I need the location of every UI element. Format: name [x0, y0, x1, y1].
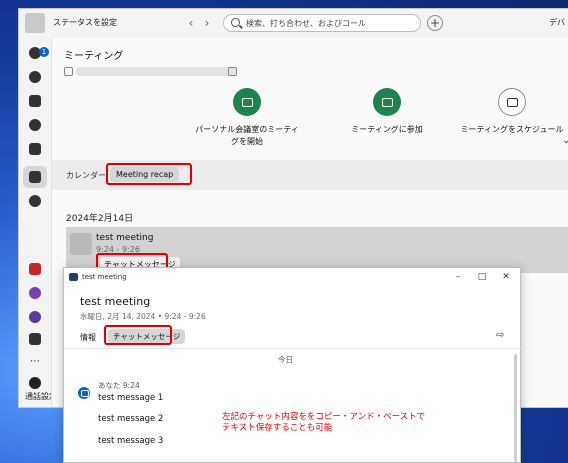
app-logo-icon — [69, 273, 78, 281]
add-button[interactable]: + — [427, 15, 443, 31]
annotation-note: 左記のチャット内容ををコピー・アンド・ペーストで テキスト保存することも可能 — [222, 412, 425, 434]
calling-icon[interactable] — [27, 117, 43, 133]
popup-subheading: 水曜日, 2月 14, 2024 • 9:24 - 9:26 — [80, 312, 206, 321]
user-avatar[interactable] — [25, 13, 45, 33]
start-personal-room-button[interactable]: パーソナル会議室のミーティ グを開始 — [172, 88, 322, 148]
chat-avatar-icon — [78, 387, 90, 399]
maximize-icon[interactable]: □ — [476, 271, 488, 283]
title-bar: ステータスを設定 ‹ › 検索、打ち合わせ、およびコール + デバ — [19, 9, 568, 37]
divider — [64, 348, 522, 349]
back-arrow-icon[interactable]: ‹ — [183, 15, 199, 31]
forward-arrow-icon[interactable]: › — [199, 15, 215, 31]
message-sender: あなた 9:24 — [98, 381, 140, 390]
meeting-thumbnail — [70, 233, 92, 255]
action-label-line1: パーソナル会議室のミーティ — [195, 125, 299, 134]
annotation-line2: テキスト保存することも可能 — [222, 423, 333, 433]
popout-icon[interactable]: ⇨ — [496, 330, 504, 341]
search-icon — [231, 18, 240, 27]
minimize-icon[interactable]: – — [452, 271, 464, 283]
popup-window-title: test meeting — [82, 273, 127, 281]
scrollbar[interactable] — [514, 354, 517, 462]
today-label: 今日 — [278, 355, 293, 364]
close-icon[interactable]: ✕ — [500, 271, 512, 283]
join-icon — [373, 88, 401, 116]
left-rail: 1 ⋯ 通話設定 — [19, 37, 57, 407]
highlight-box — [104, 325, 172, 345]
contacts-icon[interactable] — [27, 93, 43, 109]
flag-icon[interactable] — [27, 261, 43, 277]
voicemail-icon[interactable] — [27, 141, 43, 157]
set-status-label[interactable]: ステータスを設定 — [53, 17, 117, 28]
globe-app-icon[interactable] — [27, 285, 43, 301]
search-input[interactable]: 検索、打ち合わせ、およびコール — [223, 14, 421, 32]
recap-title: test meeting — [96, 233, 154, 243]
tab-calendar[interactable]: カレンダー — [66, 170, 106, 181]
annotation-line1: 左記のチャット内容ををコピー・アンド・ペーストで — [222, 412, 426, 422]
chat-message: test message 1 — [98, 393, 164, 403]
copy-icon[interactable] — [228, 67, 237, 76]
video-icon — [233, 88, 261, 116]
globe-icon[interactable] — [27, 309, 43, 325]
action-label-line2: グを開始 — [231, 137, 263, 146]
unread-badge: 1 — [39, 47, 49, 57]
date-heading: 2024年2月14日 — [66, 214, 134, 224]
apps-icon[interactable] — [27, 331, 43, 347]
highlight-box — [106, 163, 192, 185]
page-title: ミーティング — [64, 51, 124, 62]
help-icon[interactable] — [27, 375, 43, 391]
search-placeholder: 検索、打ち合わせ、およびコール — [246, 19, 366, 28]
action-label: ミーティングをスケジュール — [460, 125, 564, 134]
more-icon[interactable]: ⋯ — [27, 353, 43, 369]
teams-icon[interactable] — [27, 69, 43, 85]
chat-message: test message 2 — [98, 414, 164, 424]
meeting-recap-popup: test meeting – □ ✕ test meeting 水曜日, 2月 … — [63, 267, 522, 463]
schedule-meeting-button[interactable]: ミーティングをスケジュール — [457, 88, 567, 136]
popup-title-bar: test meeting – □ ✕ — [64, 268, 522, 286]
tab-info[interactable]: 情報 — [80, 332, 96, 343]
popup-heading: test meeting — [80, 295, 151, 308]
workflow-icon[interactable] — [27, 193, 43, 209]
chat-message: test message 3 — [98, 436, 164, 446]
action-label: ミーティングに参加 — [351, 125, 423, 134]
lock-icon — [64, 67, 73, 76]
chevron-down-icon[interactable]: ⌄ — [562, 135, 568, 146]
personal-room-link — [76, 67, 236, 76]
meeting-tabs: カレンダー Meeting recap — [52, 160, 568, 190]
meetings-calendar-icon[interactable] — [27, 169, 43, 185]
calendar-plus-icon — [498, 88, 526, 116]
device-label[interactable]: デバ — [549, 17, 565, 28]
join-meeting-button[interactable]: ミーティングに参加 — [332, 88, 442, 136]
